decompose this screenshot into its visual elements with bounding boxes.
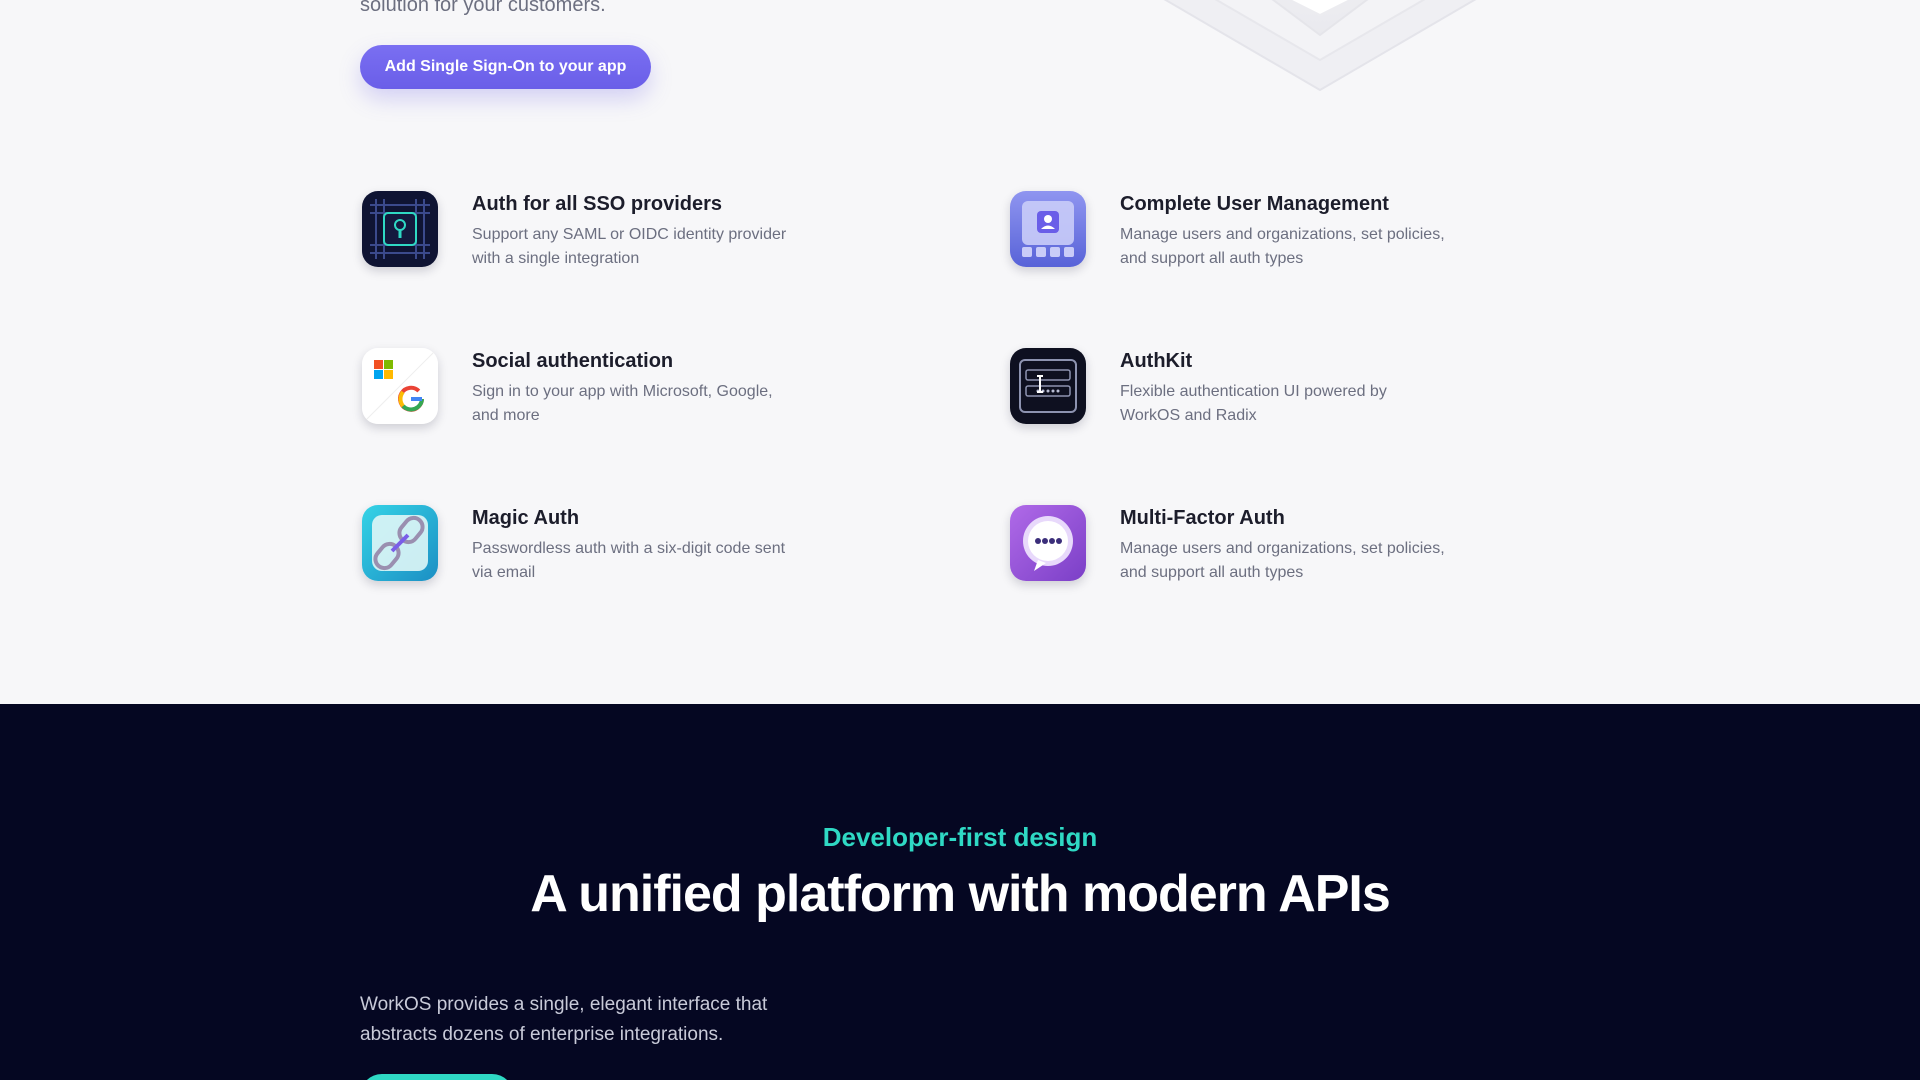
hex-inner-shape xyxy=(1271,0,1369,36)
feature-magic-auth[interactable]: Magic Auth Passwordless auth with a six-… xyxy=(360,505,920,595)
section-eyebrow: Developer-first design xyxy=(822,822,1098,852)
page: solution for your customers. Add Single … xyxy=(0,0,1920,1080)
feature-title: Complete User Management xyxy=(1120,193,1389,215)
microsoft-google-icon xyxy=(362,348,438,424)
feature-title: AuthKit xyxy=(1120,350,1193,372)
chat-bubble-dots-icon xyxy=(1010,505,1086,581)
feature-description: Flexible authentication UI powered by Wo… xyxy=(1120,383,1387,424)
features-section: solution for your customers. Add Single … xyxy=(0,0,1920,704)
feature-sso[interactable]: Auth for all SSO providers Support any S… xyxy=(360,191,920,281)
hex-mid-shape xyxy=(1214,0,1426,61)
feature-description: Sign in to your app with Microsoft, Goog… xyxy=(472,383,773,424)
feature-mfa[interactable]: Multi-Factor Auth Manage users and organ… xyxy=(1008,505,1568,595)
hex-outer-shape xyxy=(1163,0,1477,91)
intro-text: solution for your customers. xyxy=(360,0,606,16)
feature-user-management[interactable]: Complete User Management Manage users an… xyxy=(1008,191,1568,281)
feature-description: Support any SAML or OIDC identity provid… xyxy=(472,226,787,267)
auth-form-icon xyxy=(1010,348,1086,424)
section-body: WorkOS provides a single, elegant interf… xyxy=(360,994,768,1045)
keyhole-chip-icon xyxy=(362,191,438,267)
feature-description: Manage users and organizations, set poli… xyxy=(1120,540,1445,581)
feature-authkit[interactable]: AuthKit Flexible authentication UI power… xyxy=(1008,348,1568,438)
add-sso-button[interactable]: Add Single Sign-On to your app xyxy=(360,45,651,89)
feature-title: Multi-Factor Auth xyxy=(1120,507,1285,529)
feature-title: Auth for all SSO providers xyxy=(472,193,723,215)
feature-description: Manage users and organizations, set poli… xyxy=(1120,226,1445,267)
section-headline: A unified platform with modern APIs xyxy=(530,865,1391,923)
feature-social-auth[interactable]: Social authentication Sign in to your ap… xyxy=(360,348,920,438)
user-card-icon xyxy=(1010,191,1086,267)
feature-title: Magic Auth xyxy=(472,507,580,529)
feature-description: Passwordless auth with a six-digit code … xyxy=(472,540,786,581)
feature-title: Social authentication xyxy=(472,350,674,372)
developer-cta-button[interactable] xyxy=(360,1074,514,1080)
chain-link-icon xyxy=(362,505,438,581)
hero-illustration xyxy=(1163,0,1477,91)
hex-core-shape xyxy=(1287,0,1353,17)
